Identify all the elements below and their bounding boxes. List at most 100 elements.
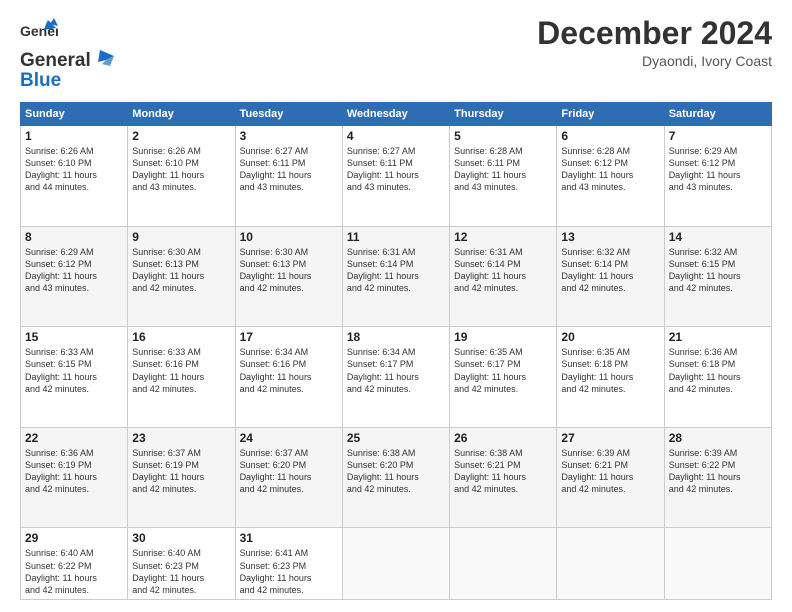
calendar-cell: 4Sunrise: 6:27 AM Sunset: 6:11 PM Daylig…: [342, 126, 449, 227]
calendar-cell: 26 Sunrise: 6:38 AM Sunset: 6:21 PM Dayli…: [450, 427, 557, 528]
header: General General Blue December 2024 Dyaon…: [20, 16, 772, 92]
day-number: 17: [240, 330, 338, 344]
calendar-cell: 15 Sunrise: 6:33 AM Sunset: 6:15 PM Dayli…: [21, 327, 128, 428]
day-info: Sunrise: 6:26 AM Sunset: 6:10 PM Dayligh…: [25, 145, 123, 194]
calendar-row: 29 Sunrise: 6:40 AM Sunset: 6:22 PM Dayli…: [21, 528, 772, 600]
logo-bird-icon: [92, 50, 114, 70]
day-info: Sunrise: 6:27 AM Sunset: 6:11 PM Dayligh…: [347, 145, 445, 194]
calendar-header-cell: Saturday: [664, 103, 771, 126]
calendar-cell: [342, 528, 449, 600]
day-info: Sunrise: 6:40 AM Sunset: 6:22 PM Dayligh…: [25, 547, 123, 596]
day-info: Sunrise: 6:40 AM Sunset: 6:23 PM Dayligh…: [132, 547, 230, 596]
calendar-cell: 16 Sunrise: 6:33 AM Sunset: 6:16 PM Dayli…: [128, 327, 235, 428]
calendar-cell: 31 Sunrise: 6:41 AM Sunset: 6:23 PM Dayli…: [235, 528, 342, 600]
day-info: Sunrise: 6:38 AM Sunset: 6:21 PM Dayligh…: [454, 447, 552, 496]
day-number: 10: [240, 230, 338, 244]
calendar-row: 1 Sunrise: 6:26 AM Sunset: 6:10 PM Daylig…: [21, 126, 772, 227]
day-number: 2: [132, 129, 230, 143]
calendar-cell: 7 Sunrise: 6:29 AM Sunset: 6:12 PM Daylig…: [664, 126, 771, 227]
day-number: 31: [240, 531, 338, 545]
day-info: Sunrise: 6:31 AM Sunset: 6:14 PM Dayligh…: [454, 246, 552, 295]
day-number: 28: [669, 431, 767, 445]
day-number: 14: [669, 230, 767, 244]
calendar-cell: 3 Sunrise: 6:27 AM Sunset: 6:11 PM Daylig…: [235, 126, 342, 227]
day-number: 23: [132, 431, 230, 445]
day-number: 15: [25, 330, 123, 344]
day-number: 13: [561, 230, 659, 244]
calendar-cell: 10Sunrise: 6:30 AM Sunset: 6:13 PM Dayli…: [235, 226, 342, 327]
day-number: 22: [25, 431, 123, 445]
calendar-header-cell: Wednesday: [342, 103, 449, 126]
calendar-header-cell: Friday: [557, 103, 664, 126]
calendar-cell: 2Sunrise: 6:26 AM Sunset: 6:10 PM Daylig…: [128, 126, 235, 227]
day-info: Sunrise: 6:29 AM Sunset: 6:12 PM Dayligh…: [25, 246, 123, 295]
calendar-cell: 21 Sunrise: 6:36 AM Sunset: 6:18 PM Dayli…: [664, 327, 771, 428]
day-number: 30: [132, 531, 230, 545]
calendar-cell: 5 Sunrise: 6:28 AM Sunset: 6:11 PM Daylig…: [450, 126, 557, 227]
calendar-header-cell: Monday: [128, 103, 235, 126]
day-number: 3: [240, 129, 338, 143]
day-number: 7: [669, 129, 767, 143]
calendar-cell: [450, 528, 557, 600]
logo: General General Blue: [20, 16, 114, 92]
logo-blue: Blue: [20, 70, 61, 92]
logo-general: General: [20, 50, 91, 72]
calendar-cell: [664, 528, 771, 600]
day-number: 8: [25, 230, 123, 244]
calendar-header-row: SundayMondayTuesdayWednesdayThursdayFrid…: [21, 103, 772, 126]
day-number: 5: [454, 129, 552, 143]
day-number: 18: [347, 330, 445, 344]
calendar-cell: 27Sunrise: 6:39 AM Sunset: 6:21 PM Dayli…: [557, 427, 664, 528]
calendar-cell: 17 Sunrise: 6:34 AM Sunset: 6:16 PM Dayli…: [235, 327, 342, 428]
day-info: Sunrise: 6:37 AM Sunset: 6:20 PM Dayligh…: [240, 447, 338, 496]
calendar-cell: 19Sunrise: 6:35 AM Sunset: 6:17 PM Dayli…: [450, 327, 557, 428]
day-number: 20: [561, 330, 659, 344]
day-info: Sunrise: 6:33 AM Sunset: 6:16 PM Dayligh…: [132, 346, 230, 395]
day-info: Sunrise: 6:34 AM Sunset: 6:16 PM Dayligh…: [240, 346, 338, 395]
day-info: Sunrise: 6:34 AM Sunset: 6:17 PM Dayligh…: [347, 346, 445, 395]
day-info: Sunrise: 6:27 AM Sunset: 6:11 PM Dayligh…: [240, 145, 338, 194]
day-info: Sunrise: 6:36 AM Sunset: 6:18 PM Dayligh…: [669, 346, 767, 395]
day-info: Sunrise: 6:28 AM Sunset: 6:12 PM Dayligh…: [561, 145, 659, 194]
day-number: 12: [454, 230, 552, 244]
day-info: Sunrise: 6:35 AM Sunset: 6:17 PM Dayligh…: [454, 346, 552, 395]
calendar-cell: 12 Sunrise: 6:31 AM Sunset: 6:14 PM Dayli…: [450, 226, 557, 327]
day-info: Sunrise: 6:31 AM Sunset: 6:14 PM Dayligh…: [347, 246, 445, 295]
calendar-header-cell: Sunday: [21, 103, 128, 126]
day-info: Sunrise: 6:28 AM Sunset: 6:11 PM Dayligh…: [454, 145, 552, 194]
day-number: 11: [347, 230, 445, 244]
day-info: Sunrise: 6:36 AM Sunset: 6:19 PM Dayligh…: [25, 447, 123, 496]
calendar-row: 8 Sunrise: 6:29 AM Sunset: 6:12 PM Daylig…: [21, 226, 772, 327]
day-number: 9: [132, 230, 230, 244]
day-number: 26: [454, 431, 552, 445]
calendar-cell: 30 Sunrise: 6:40 AM Sunset: 6:23 PM Dayli…: [128, 528, 235, 600]
day-number: 24: [240, 431, 338, 445]
day-info: Sunrise: 6:32 AM Sunset: 6:15 PM Dayligh…: [669, 246, 767, 295]
calendar-cell: 13 Sunrise: 6:32 AM Sunset: 6:14 PM Dayli…: [557, 226, 664, 327]
day-number: 25: [347, 431, 445, 445]
calendar-cell: 22 Sunrise: 6:36 AM Sunset: 6:19 PM Dayli…: [21, 427, 128, 528]
day-info: Sunrise: 6:30 AM Sunset: 6:13 PM Dayligh…: [132, 246, 230, 295]
calendar-cell: 8 Sunrise: 6:29 AM Sunset: 6:12 PM Daylig…: [21, 226, 128, 327]
day-info: Sunrise: 6:35 AM Sunset: 6:18 PM Dayligh…: [561, 346, 659, 395]
day-info: Sunrise: 6:41 AM Sunset: 6:23 PM Dayligh…: [240, 547, 338, 596]
logo-icon: General: [20, 16, 58, 50]
day-number: 16: [132, 330, 230, 344]
day-number: 27: [561, 431, 659, 445]
day-info: Sunrise: 6:38 AM Sunset: 6:20 PM Dayligh…: [347, 447, 445, 496]
day-info: Sunrise: 6:33 AM Sunset: 6:15 PM Dayligh…: [25, 346, 123, 395]
day-info: Sunrise: 6:32 AM Sunset: 6:14 PM Dayligh…: [561, 246, 659, 295]
day-number: 29: [25, 531, 123, 545]
day-number: 6: [561, 129, 659, 143]
calendar-cell: 25 Sunrise: 6:38 AM Sunset: 6:20 PM Dayli…: [342, 427, 449, 528]
day-info: Sunrise: 6:37 AM Sunset: 6:19 PM Dayligh…: [132, 447, 230, 496]
page: General General Blue December 2024 Dyaon…: [0, 0, 792, 612]
calendar-cell: 11 Sunrise: 6:31 AM Sunset: 6:14 PM Dayli…: [342, 226, 449, 327]
day-info: Sunrise: 6:29 AM Sunset: 6:12 PM Dayligh…: [669, 145, 767, 194]
day-number: 1: [25, 129, 123, 143]
day-number: 21: [669, 330, 767, 344]
location: Dyaondi, Ivory Coast: [537, 53, 772, 69]
title-block: December 2024 Dyaondi, Ivory Coast: [537, 16, 772, 69]
calendar-table: SundayMondayTuesdayWednesdayThursdayFrid…: [20, 102, 772, 600]
calendar-cell: 24 Sunrise: 6:37 AM Sunset: 6:20 PM Dayli…: [235, 427, 342, 528]
